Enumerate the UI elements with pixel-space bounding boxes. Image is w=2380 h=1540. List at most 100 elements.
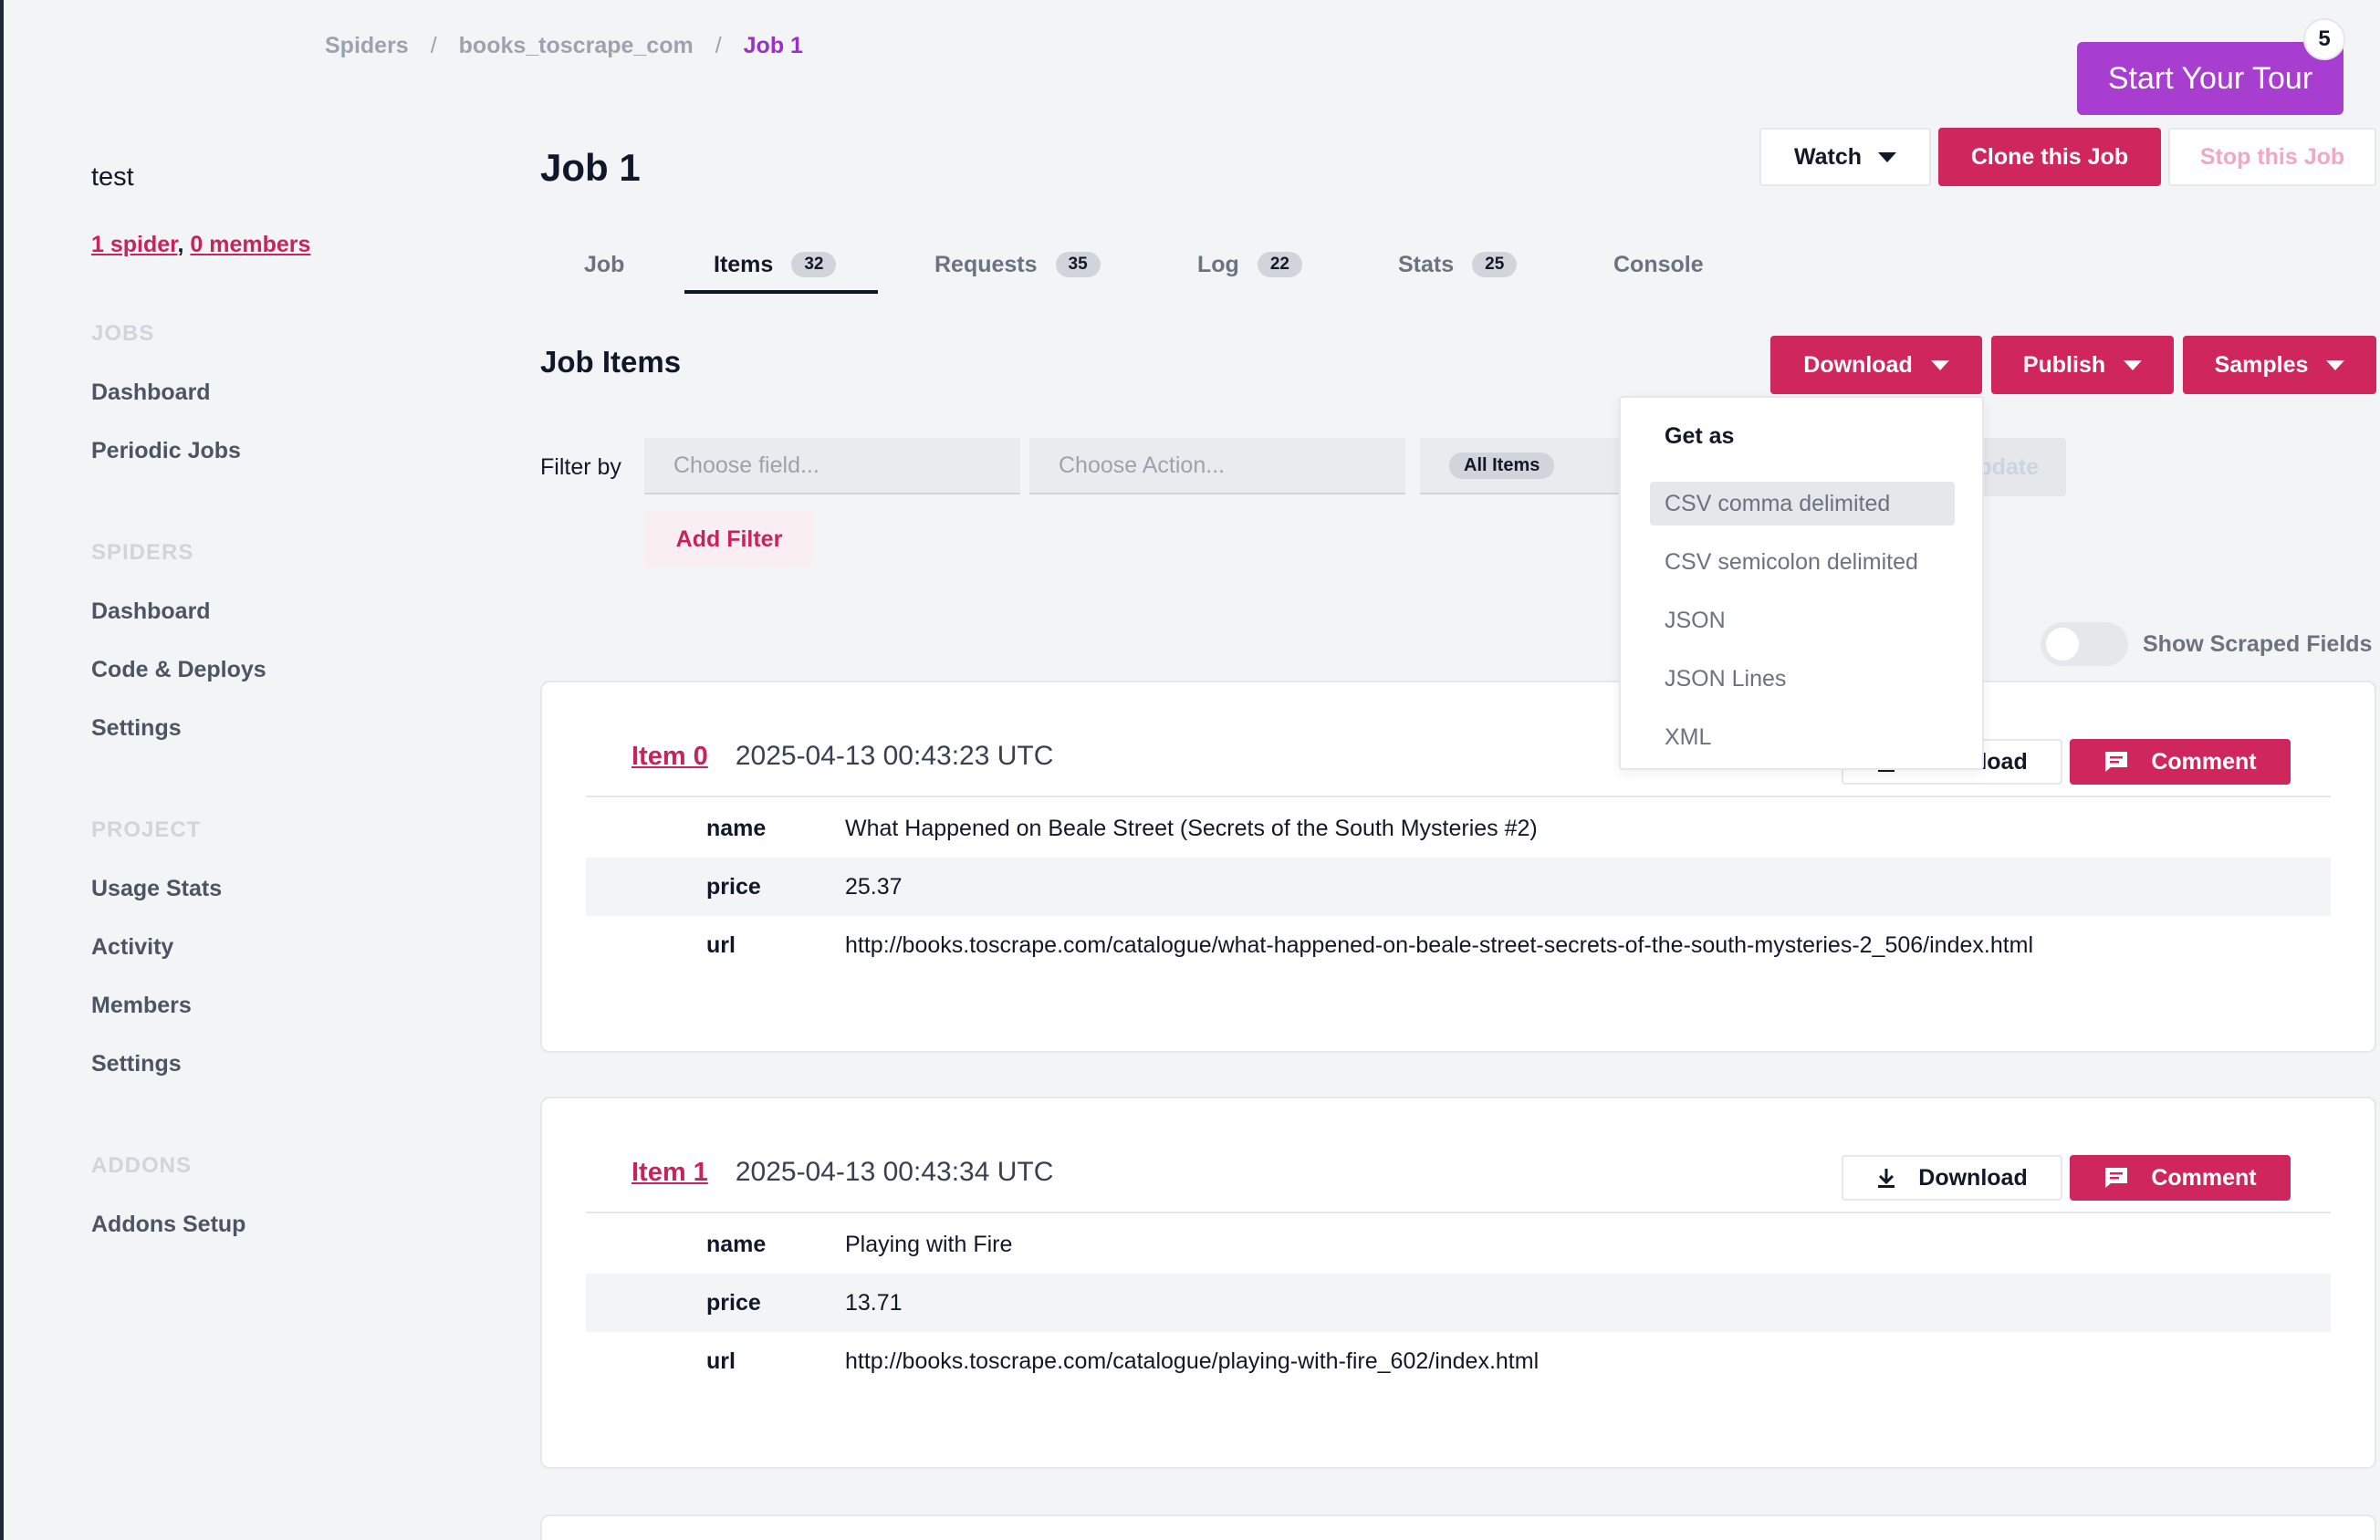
item-card: Item 1 2025-04-13 00:43:34 UTC Download … [540, 1097, 2376, 1469]
tab-count-badge: 32 [791, 252, 837, 277]
tab-requests[interactable]: Requests 35 [934, 245, 1101, 294]
item-header: Item 0 2025-04-13 00:43:23 UTC [632, 741, 1053, 772]
menu-title: Get as [1665, 423, 1735, 449]
menu-item-xml[interactable]: XML [1650, 715, 1955, 759]
org-name: test [91, 162, 134, 192]
chevron-down-icon [1878, 151, 1897, 162]
sidebar-section-addons: ADDONS [91, 1153, 193, 1178]
tour-badge: 5 [2303, 18, 2345, 60]
menu-item-csv-comma[interactable]: CSV comma delimited [1650, 482, 1955, 525]
tab-label: Console [1613, 252, 1704, 277]
tab-label: Requests [934, 252, 1038, 277]
tab-count-badge: 35 [1055, 252, 1101, 277]
tab-label: Job [584, 252, 625, 277]
field-value[interactable]: http://books.toscrape.com/catalogue/what… [845, 932, 2033, 959]
tab-console[interactable]: Console [1613, 245, 1704, 294]
item-header: Item 1 2025-04-13 00:43:34 UTC [632, 1157, 1053, 1188]
org-meta-comma: , [177, 232, 184, 257]
menu-item-json-lines[interactable]: JSON Lines [1650, 657, 1955, 701]
item-card [540, 1514, 2376, 1540]
field-row: price 25.37 [586, 858, 2331, 916]
tab-stats[interactable]: Stats 25 [1398, 245, 1518, 294]
sidebar-item-jobs-dashboard[interactable]: Dashboard [91, 380, 211, 406]
breadcrumb-spiders[interactable]: Spiders [325, 33, 409, 59]
item-link[interactable]: Item 0 [632, 742, 708, 772]
tab-label: Items [714, 252, 774, 277]
publish-label: Publish [2022, 351, 2106, 378]
watch-label: Watch [1793, 143, 1863, 170]
sidebar-item-spider-settings[interactable]: Settings [91, 715, 182, 742]
spiders-count-link[interactable]: 1 spider [91, 232, 178, 257]
breadcrumb-spider[interactable]: books_toscrape_com [459, 33, 694, 59]
sidebar-section-project: PROJECT [91, 817, 202, 842]
sidebar-item-members[interactable]: Members [91, 993, 192, 1019]
download-format-menu: Get as CSV comma delimited CSV semicolon… [1619, 396, 1984, 770]
menu-item-csv-semicolon[interactable]: CSV semicolon delimited [1650, 540, 1955, 584]
members-count-link[interactable]: 0 members [190, 232, 310, 257]
sidebar-item-code-deploys[interactable]: Code & Deploys [91, 657, 266, 683]
item-divider [586, 796, 2331, 797]
scope-select[interactable]: All Items [1420, 438, 1621, 494]
watch-button[interactable]: Watch [1759, 128, 1931, 186]
item-comment-button[interactable]: Comment [2070, 1155, 2291, 1201]
sidebar-item-usage-stats[interactable]: Usage Stats [91, 876, 222, 902]
sidebar-item-spiders-dashboard[interactable]: Dashboard [91, 598, 211, 625]
sidebar-item-project-settings[interactable]: Settings [91, 1051, 182, 1077]
field-row: price 13.71 [586, 1274, 2331, 1332]
show-scraped-fields-label: Show Scraped Fields [2143, 631, 2373, 657]
page-title: Job 1 [540, 146, 641, 189]
item-comment-label: Comment [2151, 748, 2257, 775]
show-scraped-fields-toggle[interactable] [2041, 622, 2128, 666]
field-row: name Playing with Fire [586, 1215, 2331, 1274]
start-tour-button[interactable]: Start Your Tour [2077, 42, 2343, 115]
item-link[interactable]: Item 1 [632, 1158, 708, 1188]
sidebar-item-addons-setup[interactable]: Addons Setup [91, 1212, 245, 1238]
tab-log[interactable]: Log 22 [1197, 245, 1302, 294]
job-tabs: Job Items 32 Requests 35 Log 22 Stats 25… [540, 245, 1818, 294]
chevron-down-icon [2124, 359, 2143, 370]
field-value: What Happened on Beale Street (Secrets o… [845, 815, 1538, 841]
download-button[interactable]: Download [1770, 336, 1982, 394]
field-value: Playing with Fire [845, 1231, 1013, 1257]
item-download-button[interactable]: Download [1842, 1155, 2062, 1201]
samples-label: Samples [2214, 351, 2309, 378]
job-items-title: Job Items [540, 345, 682, 379]
sidebar-section-spiders: SPIDERS [91, 540, 194, 565]
tab-job[interactable]: Job [584, 245, 624, 294]
tab-count-badge: 25 [1472, 252, 1518, 277]
choose-action-select[interactable]: Choose Action... [1029, 438, 1405, 494]
clone-job-button[interactable]: Clone this Job [1938, 128, 2161, 186]
field-row: url http://books.toscrape.com/catalogue/… [586, 1332, 2331, 1390]
sidebar-item-activity[interactable]: Activity [91, 934, 173, 961]
samples-button[interactable]: Samples [2183, 336, 2376, 394]
comment-icon [2105, 752, 2128, 772]
publish-button[interactable]: Publish [1991, 336, 2174, 394]
stop-job-button[interactable]: Stop this Job [2168, 128, 2376, 186]
item-divider [586, 1212, 2331, 1213]
field-key: price [706, 1289, 761, 1316]
tab-items[interactable]: Items 32 [684, 245, 878, 294]
all-items-chip: All Items [1449, 452, 1555, 479]
menu-item-json[interactable]: JSON [1650, 598, 1955, 642]
breadcrumb: Spiders / books_toscrape_com / Job 1 [325, 33, 803, 59]
sidebar-item-periodic-jobs[interactable]: Periodic Jobs [91, 438, 241, 464]
item-comment-button[interactable]: Comment [2070, 739, 2291, 785]
field-key: name [706, 815, 767, 841]
item-download-label: Download [1918, 1164, 2028, 1191]
field-value[interactable]: http://books.toscrape.com/catalogue/play… [845, 1348, 1539, 1375]
window-edge [0, 0, 4, 1540]
item-timestamp: 2025-04-13 00:43:23 UTC [735, 741, 1054, 771]
field-row: url http://books.toscrape.com/catalogue/… [586, 916, 2331, 974]
item-comment-label: Comment [2151, 1164, 2257, 1191]
field-row: name What Happened on Beale Street (Secr… [586, 799, 2331, 858]
choose-field-select[interactable]: Choose field... [644, 438, 1020, 494]
download-icon [1878, 1169, 1895, 1188]
chevron-down-icon [2326, 359, 2345, 370]
breadcrumb-current: Job 1 [743, 33, 803, 58]
download-label: Download [1803, 351, 1913, 378]
add-filter-button[interactable]: Add Filter [644, 511, 814, 567]
tab-label: Log [1197, 252, 1239, 277]
sidebar-section-jobs: JOBS [91, 321, 155, 346]
field-value: 25.37 [845, 873, 903, 900]
filter-label: Filter by [540, 454, 621, 480]
